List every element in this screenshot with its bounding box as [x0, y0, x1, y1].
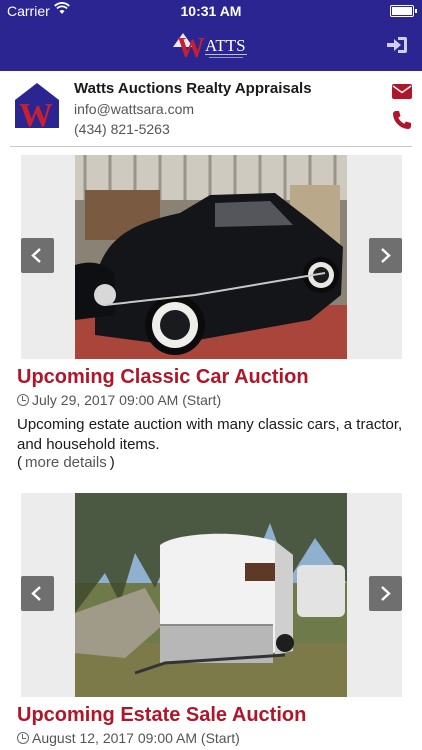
listing-date: July 29, 2017 09:00 AM (Start)	[17, 392, 221, 408]
envelope-icon[interactable]	[392, 84, 412, 99]
battery-icon	[390, 5, 417, 17]
listing-date: August 12, 2017 09:00 AM (Start)	[17, 730, 240, 746]
listing-title[interactable]: Upcoming Estate Sale Auction	[17, 704, 306, 727]
sign-in-icon[interactable]	[386, 36, 408, 54]
divider	[10, 146, 412, 147]
watts-logo[interactable]: W ATTS	[171, 27, 251, 63]
listing-date-text: August 12, 2017 09:00 AM (Start)	[32, 730, 240, 746]
chevron-right-icon	[381, 586, 391, 601]
listing-title[interactable]: Upcoming Classic Car Auction	[17, 366, 309, 389]
paren-close: )	[109, 454, 115, 471]
image-carousel[interactable]	[21, 155, 402, 359]
trailer-photo	[75, 493, 347, 697]
listing-description: Upcoming estate auction with many classi…	[17, 416, 403, 453]
svg-text:ATTS: ATTS	[205, 36, 246, 55]
company-name: Watts Auctions Realty Appraisals	[74, 80, 312, 97]
classic-car-photo	[75, 155, 347, 359]
carousel-next-button[interactable]	[369, 238, 402, 273]
svg-text:W: W	[19, 97, 53, 132]
more-details-link[interactable]: more details	[25, 454, 107, 471]
carousel-next-button[interactable]	[369, 576, 402, 611]
carousel-prev-button[interactable]	[21, 238, 54, 273]
clock-icon	[17, 732, 29, 744]
clock-icon	[17, 394, 29, 406]
carousel-prev-button[interactable]	[21, 576, 54, 611]
chevron-left-icon	[31, 586, 41, 601]
company-email[interactable]: info@wattsara.com	[74, 101, 194, 117]
navigation-bar: Carrier 10:31 AM W ATTS	[0, 0, 422, 71]
chevron-left-icon	[31, 248, 41, 263]
chevron-right-icon	[381, 248, 391, 263]
status-time: 10:31 AM	[180, 3, 242, 19]
more-details-row: (more details)	[17, 454, 115, 471]
company-phone[interactable]: (434) 821-5263	[74, 121, 170, 137]
listing-date-text: July 29, 2017 09:00 AM (Start)	[32, 392, 222, 408]
image-carousel[interactable]	[21, 493, 402, 697]
status-bar: Carrier 10:31 AM	[0, 0, 422, 22]
svg-text:W: W	[177, 33, 205, 63]
phone-icon[interactable]	[392, 110, 412, 130]
company-logo: W	[15, 83, 59, 132]
paren-open: (	[17, 454, 22, 471]
